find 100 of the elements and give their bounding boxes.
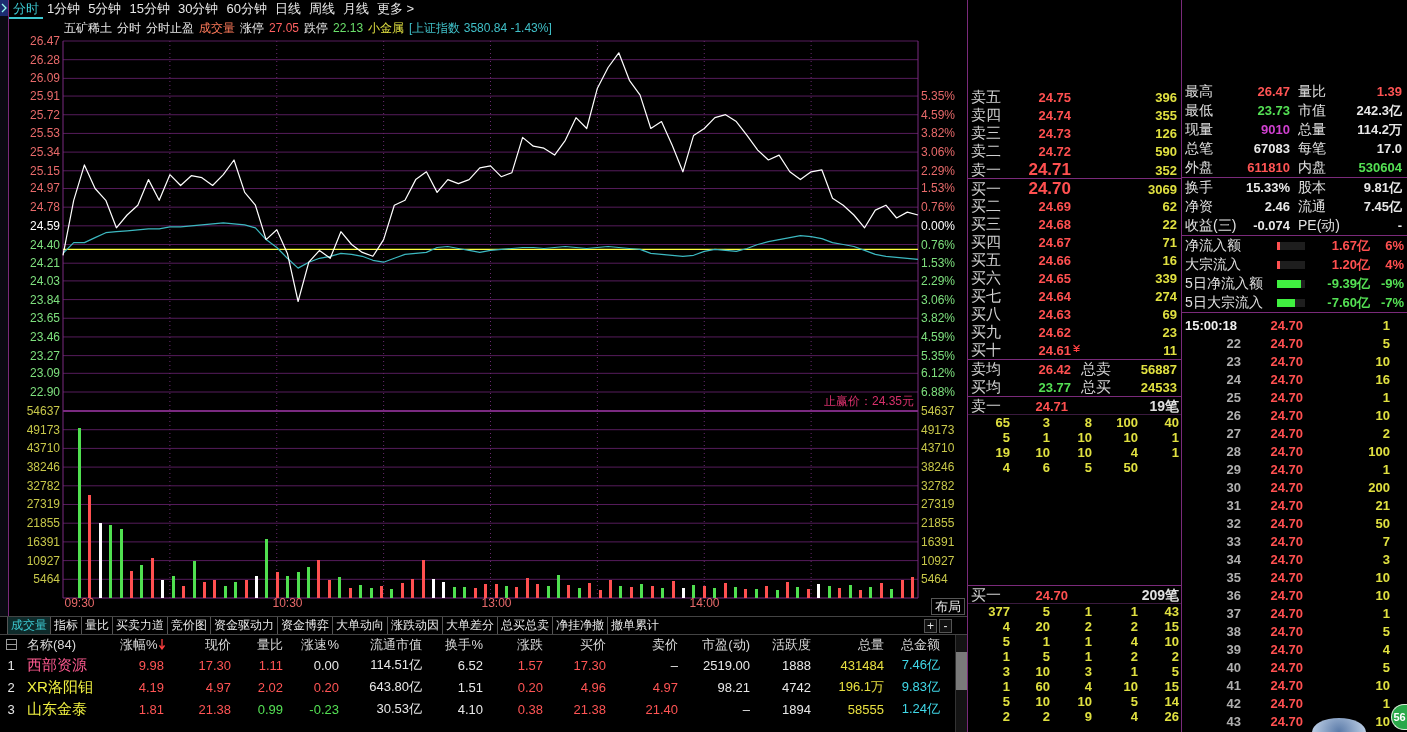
table-cell-text: 2.02	[256, 679, 284, 695]
layout-button[interactable]: 布局	[931, 598, 965, 615]
volume-bar	[401, 583, 404, 598]
queue-order: 6	[1041, 460, 1050, 475]
tick-price: 24.70	[1270, 479, 1303, 495]
volume-bar	[567, 585, 570, 598]
period-tab[interactable]: 5分钟	[84, 0, 126, 19]
period-tab[interactable]: 更多 >	[372, 0, 419, 19]
bid-volume: 11	[1162, 343, 1177, 358]
percent-axis-label: 3.06%	[921, 292, 956, 307]
volume-axis-label: 16391	[921, 534, 955, 549]
stat-value: -	[1396, 218, 1402, 233]
column-header[interactable]: 换手%	[426, 635, 487, 654]
column-header[interactable]: 涨速%	[287, 635, 343, 654]
column-header[interactable]: 总量	[815, 635, 888, 654]
indicator-tab[interactable]: 撤单累计	[607, 617, 662, 634]
queue-order: 10	[1076, 430, 1092, 445]
stop-profit-label: 止赢价：24.35元	[823, 394, 914, 408]
tick-price: 24.70	[1270, 623, 1303, 639]
ask-price: 24.72	[1037, 144, 1071, 159]
table-cell-text: 0.20	[516, 679, 544, 695]
indicator-tab[interactable]: 买卖力道	[112, 617, 167, 634]
stock-name[interactable]: 山东金泰	[22, 699, 120, 719]
queue-order: 10	[1122, 430, 1138, 445]
volume-bar	[411, 579, 414, 598]
tick-time: 32	[1226, 515, 1241, 531]
period-tab[interactable]: 月线	[338, 0, 373, 19]
bid-label: 买九	[971, 323, 1002, 342]
price-axis-label: 26.28	[29, 52, 60, 67]
volume-bar	[526, 578, 529, 598]
column-header[interactable]: 总金额	[888, 635, 944, 654]
period-tab[interactable]: 30分钟	[173, 0, 223, 19]
stat-value: 23.73	[1256, 103, 1290, 118]
column-header[interactable]: 量比	[235, 635, 287, 654]
table-cell-text: 0.99	[256, 701, 284, 717]
tick-volume: 4	[1382, 641, 1390, 657]
volume-bar	[536, 584, 539, 598]
period-tab[interactable]: 分时	[9, 0, 43, 19]
queue-order: 1	[1083, 634, 1092, 649]
column-header[interactable]: 市盈(动)	[682, 635, 754, 654]
stock-name[interactable]: 西部资源	[22, 655, 120, 675]
stat-value: 9010	[1260, 122, 1290, 137]
column-header[interactable]: 现价	[168, 635, 235, 654]
period-tab[interactable]: 15分钟	[125, 0, 174, 19]
stat-label: 市值	[1297, 101, 1327, 120]
stat-value: 611810	[1246, 160, 1290, 175]
chevron-icon[interactable]	[0, 0, 8, 16]
queue-order: 2	[1129, 619, 1138, 634]
indicator-tab[interactable]: 量比	[81, 617, 112, 634]
queue-order: 10	[1076, 694, 1092, 709]
column-header[interactable]: 活跃度	[754, 635, 815, 654]
queue-order: 5	[1001, 430, 1010, 445]
indicator-tab[interactable]: 指标	[50, 617, 81, 634]
period-tab[interactable]: 周线	[304, 0, 339, 19]
period-tab[interactable]: 60分钟	[222, 0, 271, 19]
column-header[interactable]: 名称(84)	[22, 635, 120, 654]
volume-bar	[776, 590, 779, 598]
tick-time: 37	[1226, 605, 1241, 621]
scrollbar[interactable]	[955, 635, 967, 732]
queue-order: 1	[1170, 445, 1179, 460]
average-price: 23.77	[1037, 380, 1071, 395]
queue-order: 2	[1170, 649, 1179, 664]
volume-bar	[599, 590, 602, 598]
scrollbar-thumb[interactable]	[956, 652, 967, 690]
column-header[interactable]: 流通市值	[343, 635, 426, 654]
zoom-button[interactable]: +	[924, 618, 937, 633]
indicator-tab[interactable]: 资金博弈	[277, 617, 332, 634]
indicator-tab[interactable]: 大单差分	[442, 617, 497, 634]
flow-label: 5日大宗流入	[1185, 293, 1264, 312]
chart-info-text: 分时	[117, 19, 141, 37]
column-header[interactable]: 买价	[547, 635, 610, 654]
period-tab[interactable]: 1分钟	[43, 0, 85, 19]
percent-axis-label: 6.88%	[921, 385, 956, 399]
column-header[interactable]: 卖价	[610, 635, 682, 654]
indicator-tab[interactable]: 净挂净撤	[552, 617, 607, 634]
bid-volume: 69	[1161, 307, 1177, 322]
bid-volume: 22	[1161, 217, 1177, 232]
average-label: 买均	[971, 378, 1002, 397]
ask-label: 卖三	[971, 124, 1002, 143]
zoom-button[interactable]: -	[939, 618, 952, 633]
indicator-tab[interactable]: 成交量	[7, 617, 50, 634]
tick-volume: 16	[1375, 371, 1390, 387]
bid-volume: 71	[1161, 235, 1177, 250]
queue-order: 40	[1163, 415, 1179, 430]
queue-order: 10	[1076, 445, 1092, 460]
volume-bar	[796, 587, 799, 598]
queue-order: 10	[1034, 694, 1050, 709]
queue-order: 3	[1001, 664, 1010, 679]
volume-bar	[869, 587, 872, 598]
stock-name[interactable]: XR洛阳钼	[22, 677, 120, 697]
table-cell-text: –	[669, 657, 679, 673]
period-tab[interactable]: 日线	[270, 0, 305, 19]
tick-time: 25	[1226, 389, 1241, 405]
column-header[interactable]: 涨跌	[487, 635, 547, 654]
column-header[interactable]: 涨幅%	[120, 635, 168, 654]
volume-bar	[453, 587, 456, 598]
queue-order: 1	[1170, 430, 1179, 445]
indicator-tab[interactable]: 总买总卖	[497, 617, 552, 634]
tick-time: 39	[1226, 641, 1241, 657]
square-icon[interactable]	[5, 639, 17, 650]
